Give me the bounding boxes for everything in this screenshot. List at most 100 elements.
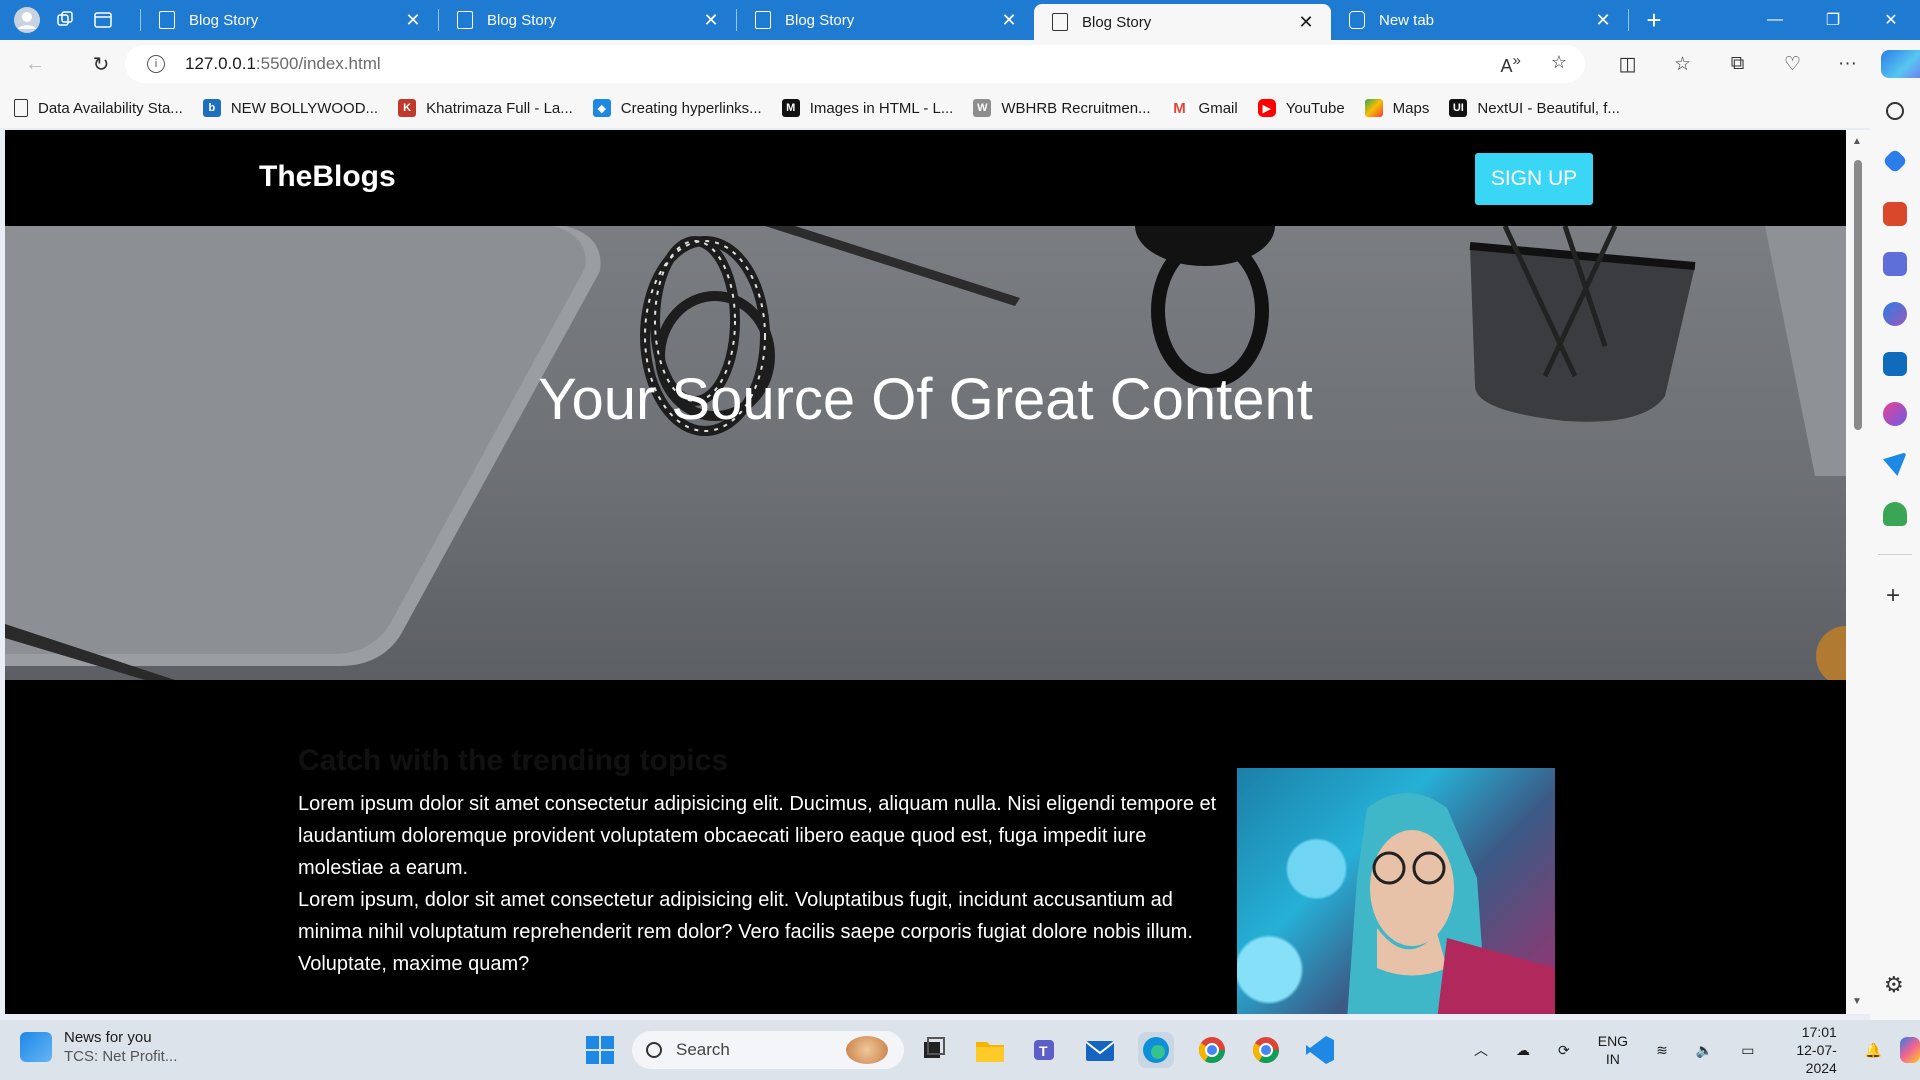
games-icon[interactable]	[1883, 252, 1907, 276]
tab-actions-icon[interactable]	[84, 0, 122, 40]
close-tab-icon[interactable]: ✕	[402, 10, 424, 31]
bookmark-item[interactable]: W WBHRB Recruitmen...	[973, 99, 1151, 117]
system-tray: ︿ ☁ ⟳ ENG IN ≋ 🔈 ▭ 17:01 12-07-2024 🔔	[1460, 1020, 1920, 1080]
bookmark-item[interactable]: Maps	[1364, 99, 1430, 117]
tools-icon[interactable]	[1883, 202, 1907, 226]
desk-background-image	[5, 226, 1846, 680]
profile-icon[interactable]	[8, 0, 46, 40]
copilot-icon[interactable]	[1881, 50, 1920, 78]
onedrive-cloud-icon[interactable]: ☁	[1516, 1042, 1530, 1059]
read-aloud-icon[interactable]: A»	[1501, 52, 1521, 77]
search-highlight-icon	[846, 1036, 888, 1064]
wbhrb-icon: W	[973, 99, 992, 117]
youtube-icon: ▶	[1257, 99, 1276, 117]
tab-blog-story-3[interactable]: Blog Story ✕	[737, 0, 1034, 40]
close-window-icon[interactable]: ✕	[1862, 0, 1920, 40]
microsoft365-icon[interactable]	[1883, 302, 1907, 326]
wifi-icon[interactable]: ≋	[1656, 1042, 1668, 1059]
bookmark-item[interactable]: ◆ Creating hyperlinks...	[592, 99, 762, 117]
back-button[interactable]: ←	[12, 44, 58, 84]
volume-icon[interactable]: 🔈	[1696, 1042, 1713, 1059]
mail-icon[interactable]	[1082, 1032, 1118, 1068]
chrome-profile-icon[interactable]	[1248, 1032, 1284, 1068]
add-sidebar-app-icon[interactable]: +	[1886, 582, 1900, 610]
page-icon	[1052, 13, 1068, 31]
tree-icon[interactable]	[1883, 502, 1907, 526]
window-controls: — ❐ ✕	[1746, 0, 1920, 40]
show-hidden-icons-icon[interactable]: ︿	[1474, 1040, 1488, 1060]
outlook-icon[interactable]	[1883, 352, 1907, 376]
refresh-button[interactable]: ↻	[78, 44, 124, 84]
collections-icon[interactable]: ⧉	[1710, 53, 1765, 75]
browser-essentials-icon[interactable]: ♡	[1765, 53, 1820, 76]
scrollbar-thumb[interactable]	[1854, 160, 1862, 430]
close-tab-icon[interactable]: ✕	[1295, 12, 1317, 33]
page-scrollbar[interactable]: ▲ ▼	[1846, 130, 1870, 1014]
notifications-bell-icon[interactable]: 🔔	[1865, 1042, 1882, 1059]
search-icon[interactable]	[1886, 102, 1904, 120]
bookmark-label: Gmail	[1198, 99, 1238, 117]
sync-icon[interactable]: ⟳	[1558, 1042, 1570, 1059]
bookmark-item[interactable]: b NEW BOLLYWOOD...	[202, 99, 379, 117]
designer-icon[interactable]	[1883, 402, 1907, 426]
windows-taskbar: News for you TCS: Net Profit... Search T…	[0, 1020, 1920, 1080]
bookmark-label: Maps	[1392, 99, 1430, 117]
site-info-icon[interactable]: i	[147, 55, 165, 73]
restore-icon[interactable]: ❐	[1804, 0, 1862, 40]
more-options-icon[interactable]: ···	[1820, 53, 1875, 75]
khatrimaza-icon: K	[398, 99, 417, 117]
page-icon	[755, 11, 771, 29]
url-path: :5500/index.html	[255, 54, 381, 73]
tab-blog-story-2[interactable]: Blog Story ✕	[439, 0, 736, 40]
taskbar-search[interactable]: Search	[632, 1031, 904, 1069]
bookmark-item[interactable]: M Images in HTML - L...	[781, 99, 953, 117]
tab-blog-story-1[interactable]: Blog Story ✕	[141, 0, 438, 40]
settings-gear-icon[interactable]: ⚙	[1884, 972, 1904, 998]
minimize-icon[interactable]: —	[1746, 0, 1804, 40]
bookmark-label: NEW BOLLYWOOD...	[230, 99, 379, 117]
split-screen-icon[interactable]: ◫	[1600, 53, 1655, 76]
bookmark-item[interactable]: K Khatrimaza Full - La...	[398, 99, 573, 117]
copilot-taskbar-icon[interactable]	[1900, 1037, 1920, 1063]
scroll-down-icon[interactable]: ▼	[1852, 996, 1862, 1007]
windows-start-icon[interactable]	[582, 1032, 618, 1068]
task-view-icon[interactable]	[916, 1032, 952, 1068]
news-widget[interactable]: News for you TCS: Net Profit...	[20, 1028, 177, 1066]
gmail-icon: M	[1170, 99, 1189, 117]
site-header: TheBlogs SIGN UP	[5, 130, 1846, 226]
signup-button[interactable]: SIGN UP	[1475, 153, 1593, 205]
bookmark-item[interactable]: ▶ YouTube	[1257, 99, 1345, 117]
shopping-tag-icon[interactable]	[1882, 148, 1908, 174]
clock[interactable]: 17:01 12-07-2024	[1782, 1023, 1836, 1077]
language-indicator[interactable]: ENG IN	[1598, 1032, 1628, 1068]
bookmark-item[interactable]: M Gmail	[1170, 99, 1238, 117]
paragraph-2: Lorem ipsum, dolor sit amet consectetur …	[298, 889, 1193, 975]
vscode-icon[interactable]	[1302, 1032, 1338, 1068]
paragraph-1: Lorem ipsum dolor sit amet consectetur a…	[298, 793, 1217, 879]
close-tab-icon[interactable]: ✕	[998, 10, 1020, 31]
tab-blog-story-active[interactable]: Blog Story ✕	[1034, 4, 1331, 40]
close-tab-icon[interactable]: ✕	[1592, 10, 1614, 31]
chrome-profile-p-icon[interactable]	[1194, 1032, 1230, 1068]
favorite-star-icon[interactable]: ☆	[1551, 52, 1567, 77]
workspaces-icon[interactable]	[46, 0, 84, 40]
tab-new-tab[interactable]: New tab ✕	[1331, 0, 1628, 40]
scroll-up-icon[interactable]: ▲	[1852, 136, 1862, 147]
address-input[interactable]: i 127.0.0.1:5500/index.html A» ☆	[125, 45, 1585, 83]
file-explorer-icon[interactable]	[972, 1032, 1008, 1068]
browser-toolbar-right: ◫ ☆ ⧉ ♡ ···	[1600, 40, 1920, 88]
send-icon[interactable]	[1883, 452, 1907, 476]
hero-banner: Your Source Of Great Content	[5, 226, 1846, 680]
tab-label: Blog Story	[1082, 13, 1152, 31]
edge-browser-icon[interactable]	[1138, 1032, 1174, 1068]
site-logo[interactable]: TheBlogs	[259, 160, 396, 194]
battery-icon[interactable]: ▭	[1741, 1042, 1754, 1059]
close-tab-icon[interactable]: ✕	[700, 10, 722, 31]
new-tab-button[interactable]: +	[1629, 0, 1679, 40]
teams-icon[interactable]: T	[1028, 1032, 1064, 1068]
page-icon	[159, 11, 175, 29]
favorites-icon[interactable]: ☆	[1655, 53, 1710, 76]
bookmark-item[interactable]: UI NextUI - Beautiful, f...	[1449, 99, 1620, 117]
bookmark-item[interactable]: Data Availability Sta...	[14, 99, 183, 117]
mdn-icon: M	[781, 99, 800, 117]
